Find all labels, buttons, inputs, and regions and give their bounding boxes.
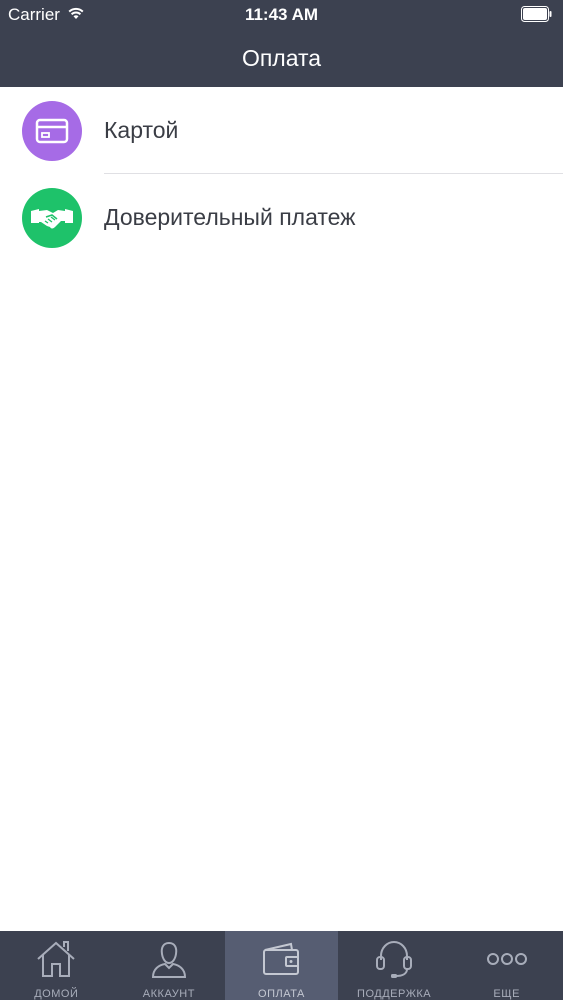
payment-method-trusted[interactable]: Доверительный платеж — [0, 174, 563, 261]
home-icon — [35, 938, 77, 980]
tab-bar: ДОМОЙ АККАУНТ ОПЛАТА ПОДДЕРЖКА ЕЩЕ — [0, 931, 563, 1000]
tab-label: АККАУНТ — [142, 988, 195, 1000]
status-time: 11:43 AM — [244, 5, 319, 24]
headset-icon — [373, 938, 415, 980]
tab-home[interactable]: ДОМОЙ — [0, 931, 113, 1000]
tab-account[interactable]: АККАУНТ — [113, 931, 226, 1000]
battery-icon — [521, 6, 553, 27]
status-bar: Carrier 11:43 AM — [0, 0, 563, 30]
wallet-icon — [261, 938, 301, 980]
payment-method-label: Доверительный платеж — [104, 204, 356, 230]
page-title: Оплата — [241, 45, 322, 71]
handshake-icon — [22, 187, 82, 248]
navigation-bar: Оплата — [0, 30, 563, 87]
payment-method-card[interactable]: Картой — [0, 87, 563, 174]
tab-payment[interactable]: ОПЛАТА — [225, 931, 338, 1000]
payment-method-label: Картой — [104, 117, 179, 143]
tab-label: ЕЩЕ — [493, 988, 520, 1000]
payment-method-list: Картой Доверительный платеж — [0, 87, 563, 261]
tab-label: ОПЛАТА — [258, 988, 305, 1000]
more-icon — [486, 938, 528, 980]
tab-label: ДОМОЙ — [34, 988, 79, 1000]
user-icon — [149, 938, 189, 980]
credit-card-icon — [22, 100, 82, 161]
tab-support[interactable]: ПОДДЕРЖКА — [338, 931, 451, 1000]
tab-more[interactable]: ЕЩЕ — [450, 931, 563, 1000]
tab-label: ПОДДЕРЖКА — [357, 988, 432, 1000]
